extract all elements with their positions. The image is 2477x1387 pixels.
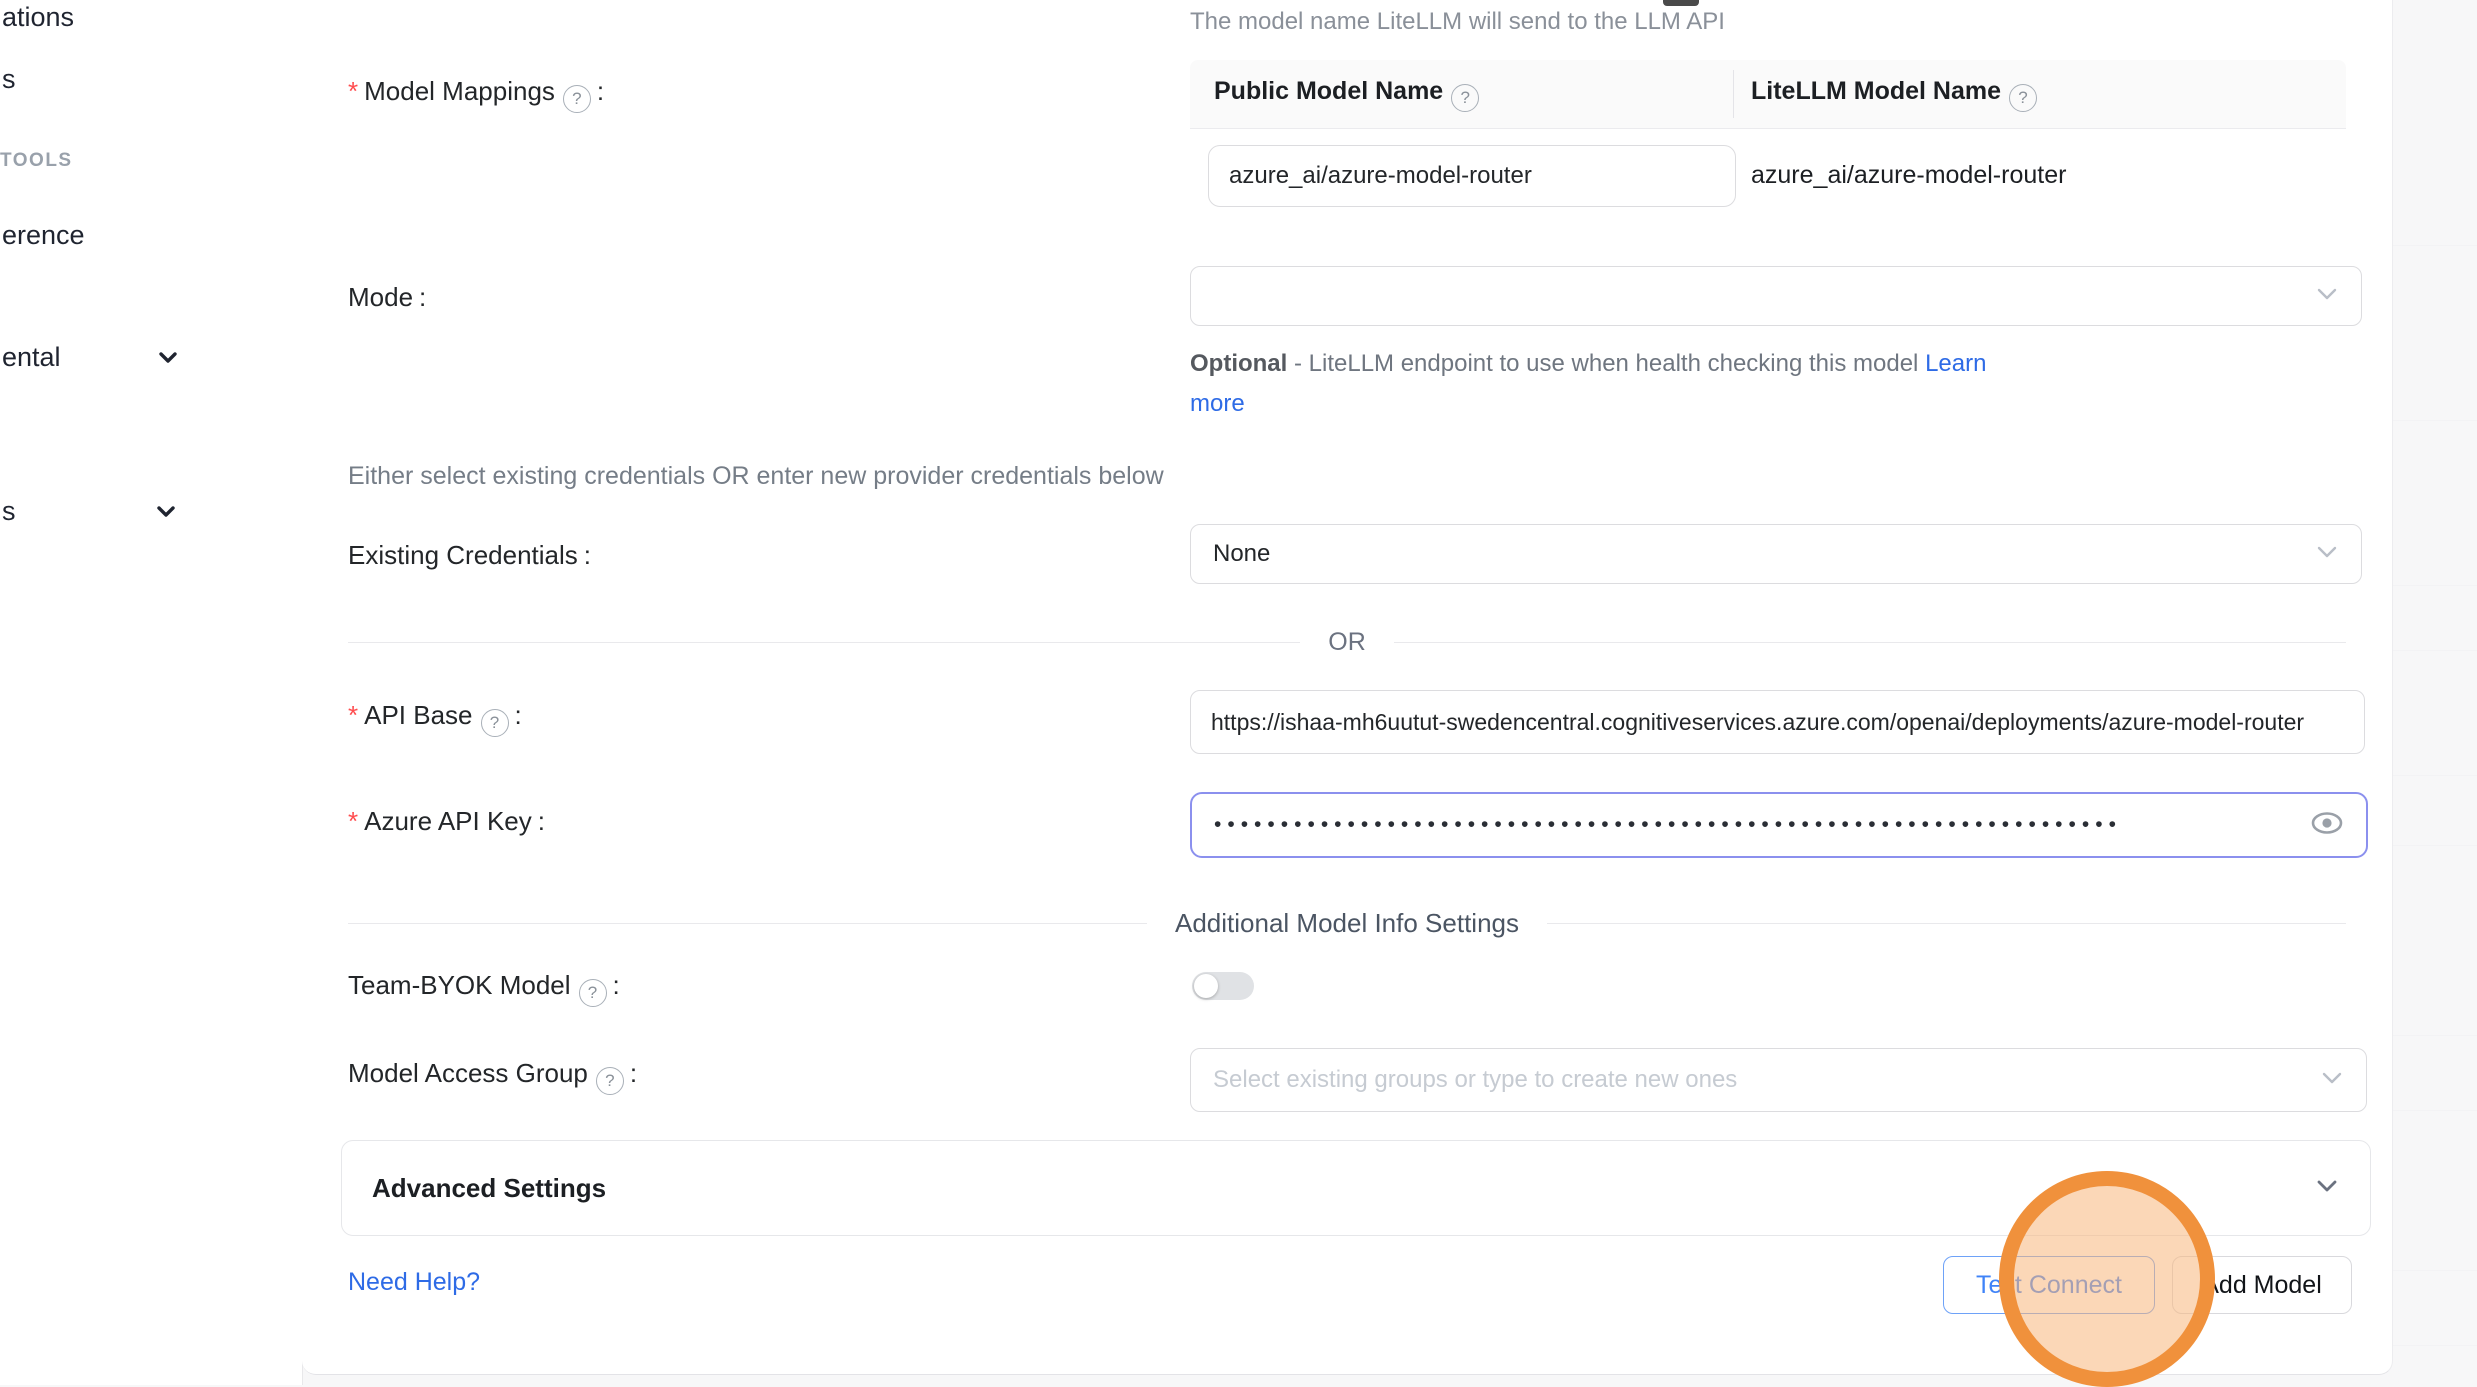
- help-icon[interactable]: ?: [1451, 84, 1479, 112]
- toggle-knob: [1194, 974, 1218, 998]
- model-mappings-label: *Model Mappings?:: [348, 76, 604, 113]
- column-header-litellm-model-name: LiteLLM Model Name?: [1751, 77, 2037, 112]
- background-row-line: [2393, 1035, 2477, 1036]
- table-row: azure_ai/azure-model-router: [1190, 129, 2346, 284]
- background-row-line: [2393, 775, 2477, 776]
- or-divider: OR: [348, 628, 2346, 657]
- required-mark: *: [348, 76, 358, 106]
- model-mappings-table: Public Model Name? LiteLLM Model Name? a…: [1190, 60, 2346, 284]
- column-divider: [1733, 70, 1734, 118]
- background-row-line: [2393, 245, 2477, 246]
- help-icon[interactable]: ?: [563, 85, 591, 113]
- chevron-down-icon[interactable]: [158, 350, 173, 365]
- background-row-line: [2393, 845, 2477, 846]
- background-row-line: [2393, 1110, 2477, 1111]
- api-base-input[interactable]: [1190, 690, 2365, 754]
- sidebar-item-experimental[interactable]: ental: [2, 342, 61, 373]
- tooltip-remnant: [1663, 0, 1699, 6]
- required-mark: *: [348, 806, 358, 836]
- mode-help-text: Optional - LiteLLM endpoint to use when …: [1190, 344, 2030, 424]
- help-icon[interactable]: ?: [579, 979, 607, 1007]
- background-row-line: [2393, 1270, 2477, 1271]
- background-row-line: [2393, 1345, 2477, 1346]
- sidebar: ations s TOOLS erence ental s: [0, 0, 303, 1385]
- sidebar-item-settings[interactable]: s: [2, 496, 16, 527]
- existing-credentials-label: Existing Credentials:: [348, 540, 591, 571]
- click-indicator-circle: [1999, 1171, 2215, 1387]
- chevron-down-icon[interactable]: [156, 504, 171, 519]
- sidebar-item-organizations[interactable]: ations: [2, 2, 74, 33]
- chevron-down-icon: [2314, 1176, 2340, 1201]
- background-row-line: [2393, 650, 2477, 651]
- sidebar-item-inference[interactable]: erence: [2, 220, 85, 251]
- background-row-line: [2393, 420, 2477, 421]
- chevron-down-icon: [2315, 540, 2339, 568]
- litellm-model-name-value: azure_ai/azure-model-router: [1751, 161, 2066, 190]
- need-help-link[interactable]: Need Help?: [348, 1268, 480, 1297]
- chevron-down-icon: [2315, 282, 2339, 310]
- required-mark: *: [348, 700, 358, 730]
- azure-api-key-label: *Azure API Key:: [348, 806, 545, 837]
- model-name-helper-text: The model name LiteLLM will send to the …: [1190, 8, 1725, 36]
- existing-credentials-select[interactable]: None: [1190, 524, 2362, 584]
- sidebar-item-logs[interactable]: s: [2, 64, 16, 95]
- chevron-down-icon: [2320, 1066, 2344, 1094]
- public-model-name-input[interactable]: [1208, 145, 1736, 207]
- team-byok-toggle[interactable]: [1192, 972, 1254, 1000]
- model-access-group-label: Model Access Group?:: [348, 1058, 637, 1095]
- team-byok-label: Team-BYOK Model?:: [348, 970, 620, 1007]
- eye-icon[interactable]: [2310, 810, 2344, 841]
- table-header: Public Model Name? LiteLLM Model Name?: [1190, 60, 2346, 129]
- select-placeholder: Select existing groups or type to create…: [1213, 1066, 1737, 1094]
- masked-password-value: ••••••••••••••••••••••••••••••••••••••••…: [1214, 813, 2254, 837]
- background-row-line: [2393, 585, 2477, 586]
- help-icon[interactable]: ?: [2009, 84, 2037, 112]
- advanced-settings-label: Advanced Settings: [372, 1173, 606, 1204]
- column-header-public-model-name: Public Model Name?: [1214, 77, 1479, 112]
- model-access-group-select[interactable]: Select existing groups or type to create…: [1190, 1048, 2367, 1112]
- credentials-info-text: Either select existing credentials OR en…: [348, 462, 1164, 491]
- mode-label: Mode:: [348, 282, 426, 313]
- help-icon[interactable]: ?: [596, 1067, 624, 1095]
- additional-settings-divider: Additional Model Info Settings: [348, 908, 2346, 939]
- sidebar-section-tools: TOOLS: [0, 150, 73, 172]
- mode-select[interactable]: [1190, 266, 2362, 326]
- help-icon[interactable]: ?: [481, 709, 509, 737]
- azure-api-key-input[interactable]: ••••••••••••••••••••••••••••••••••••••••…: [1190, 792, 2368, 858]
- api-base-label: *API Base?:: [348, 700, 522, 737]
